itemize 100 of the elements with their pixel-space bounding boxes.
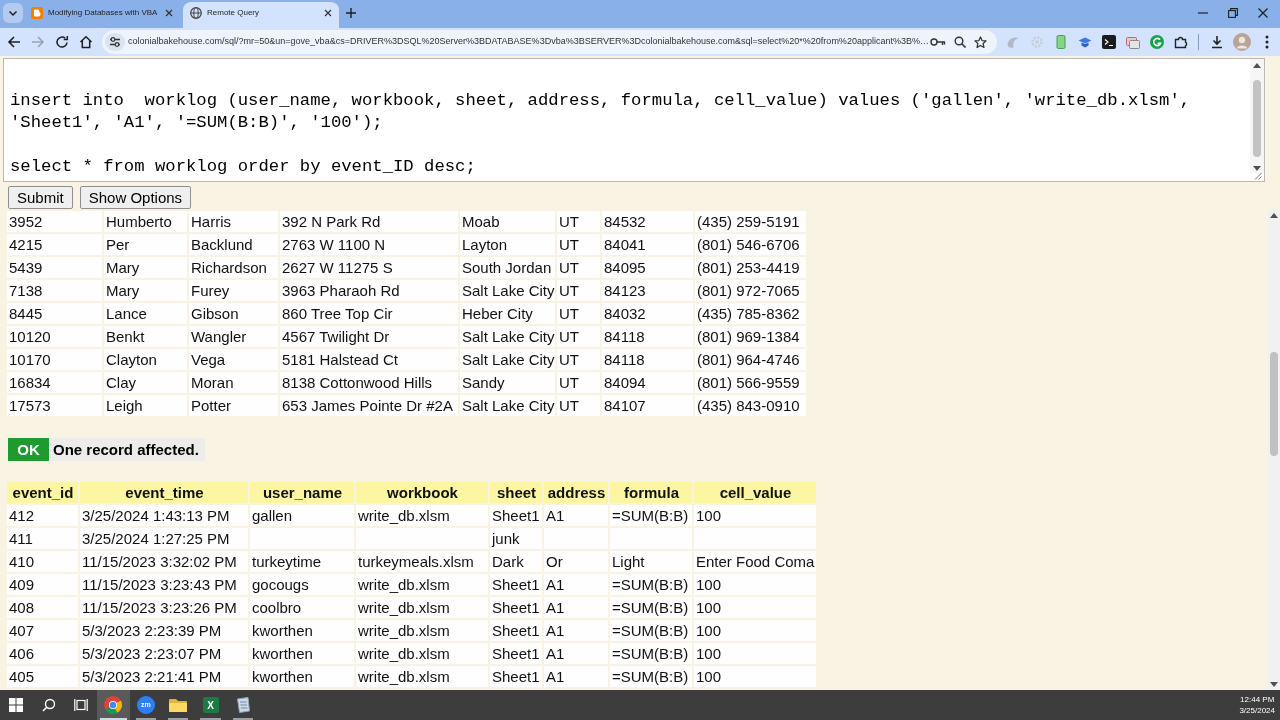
scroll-up-icon[interactable] bbox=[1270, 213, 1278, 218]
close-icon[interactable] bbox=[165, 9, 173, 17]
submit-button[interactable]: Submit bbox=[8, 186, 73, 209]
table-cell: A1 bbox=[544, 643, 608, 664]
table-cell: (801) 969-1384 bbox=[695, 326, 806, 347]
table-cell: (435) 843-0910 bbox=[695, 395, 806, 416]
scrollbar-track[interactable] bbox=[1268, 210, 1280, 690]
tile-icon[interactable] bbox=[1054, 35, 1068, 49]
scroll-down-icon[interactable] bbox=[1270, 682, 1278, 687]
menu-icon[interactable] bbox=[1265, 35, 1269, 49]
table-cell: Harris bbox=[189, 211, 278, 232]
column-header: address bbox=[544, 482, 608, 503]
scroll-up-icon[interactable] bbox=[1253, 63, 1261, 68]
table-cell: =SUM(B:B) bbox=[610, 643, 692, 664]
scroll-down-icon[interactable] bbox=[1253, 166, 1261, 171]
table-cell: 5/3/2023 2:23:39 PM bbox=[80, 620, 248, 641]
sliders-icon[interactable] bbox=[105, 33, 125, 51]
table-cell: coolbro bbox=[250, 597, 354, 618]
star-icon[interactable] bbox=[974, 35, 987, 49]
start-icon[interactable] bbox=[9, 698, 24, 712]
resize-grip-icon[interactable] bbox=[1254, 172, 1262, 180]
home-icon[interactable] bbox=[79, 35, 93, 49]
table-cell: gallen bbox=[250, 505, 354, 526]
scrollbar-track[interactable] bbox=[1250, 59, 1264, 174]
table-cell: Enter Food Coma bbox=[694, 551, 816, 572]
circle-arc-icon[interactable] bbox=[1150, 35, 1164, 49]
scrollbar-thumb[interactable] bbox=[1270, 352, 1278, 456]
table-cell: write_db.xlsm bbox=[356, 666, 488, 687]
reload-icon[interactable] bbox=[55, 35, 69, 49]
table-cell: Humberto bbox=[104, 211, 187, 232]
table-cell: Sheet1 bbox=[490, 666, 542, 687]
table-cell: Sandy bbox=[460, 372, 555, 393]
sql-query-field[interactable]: insert into worklog (user_name, workbook, sheet, address, formula, cell_value) values ('gallen', 'write_db.xlsm', 'Sheet1', 'A1', '=SUM(B:B)', '100'); select * from worklog order by event_ID desc; bbox=[3, 58, 1265, 182]
table-cell: Sheet1 bbox=[490, 597, 542, 618]
table-cell: Benkt bbox=[104, 326, 187, 347]
table-cell: UT bbox=[557, 372, 600, 393]
page-icon[interactable] bbox=[234, 697, 251, 713]
table-cell: 412 bbox=[7, 505, 78, 526]
column-header: event_time bbox=[80, 482, 248, 503]
chevron-down-icon[interactable] bbox=[3, 3, 23, 23]
table-cell: 100 bbox=[694, 505, 816, 526]
taskbar-button[interactable] bbox=[97, 690, 130, 720]
key-icon[interactable] bbox=[930, 37, 946, 47]
close-icon[interactable] bbox=[1258, 8, 1268, 18]
table-cell: UT bbox=[557, 303, 600, 324]
scrollbar-thumb[interactable] bbox=[1253, 80, 1261, 157]
table-cell: write_db.xlsm bbox=[356, 597, 488, 618]
table-cell: 5181 Halstead Ct bbox=[280, 349, 458, 370]
close-icon[interactable] bbox=[324, 9, 332, 17]
table-cell: UT bbox=[557, 349, 600, 370]
restore-icon[interactable] bbox=[1228, 8, 1238, 18]
table-cell: 11/15/2023 3:32:02 PM bbox=[80, 551, 248, 572]
table-cell: Moran bbox=[189, 372, 278, 393]
table-cell: A1 bbox=[544, 574, 608, 595]
table-cell: 100 bbox=[694, 597, 816, 618]
plus-icon[interactable] bbox=[345, 7, 357, 19]
table-cell: 4215 bbox=[7, 234, 102, 255]
table-cell: Heber City bbox=[460, 303, 555, 324]
back-arrow-icon[interactable] bbox=[7, 35, 21, 49]
browser-tab[interactable]: Remote Query bbox=[183, 2, 339, 28]
task-view-icon[interactable] bbox=[73, 698, 88, 712]
column-header: workbook bbox=[356, 482, 488, 503]
table-cell: 411 bbox=[7, 528, 78, 549]
table-cell: 84532 bbox=[602, 211, 693, 232]
magnifier-icon[interactable] bbox=[954, 36, 966, 48]
address-bar[interactable]: colonialbakehouse.com/sql/?mr=50&un=gove_vba&cs=DRIVER%3DSQL%20Server%3BDATABASE%3Dvba%3BSERVER%3Dcolonialbakehouse.com&sql=select%20*%20from%20applicant%3B%… bbox=[102, 30, 997, 54]
puzzle-icon[interactable] bbox=[1174, 35, 1188, 49]
table-cell: Mary bbox=[104, 280, 187, 301]
table-cell: 84032 bbox=[602, 303, 693, 324]
options-button[interactable]: Show Options bbox=[79, 186, 192, 209]
browser-tab[interactable]: Modifying Databases with VBA bbox=[24, 2, 180, 28]
table-cell: Lance bbox=[104, 303, 187, 324]
cards-icon[interactable] bbox=[1126, 35, 1140, 49]
column-header: sheet bbox=[490, 482, 542, 503]
folder-icon[interactable] bbox=[169, 698, 188, 712]
table-cell: Sheet1 bbox=[490, 643, 542, 664]
graduation-cap-icon[interactable] bbox=[1078, 35, 1092, 49]
spreadsheet-app-logo[interactable]: X bbox=[202, 697, 219, 713]
browser-icon[interactable] bbox=[104, 696, 123, 714]
table-cell: A1 bbox=[544, 666, 608, 687]
table-cell: 4567 Twilight Dr bbox=[280, 326, 458, 347]
terminal-icon[interactable] bbox=[1102, 35, 1116, 49]
table-cell: 2627 W 11275 S bbox=[280, 257, 458, 278]
table-cell: 407 bbox=[7, 620, 78, 641]
table-cell: 405 bbox=[7, 666, 78, 687]
table-cell: 17573 bbox=[7, 395, 102, 416]
table-cell: kworthen bbox=[250, 643, 354, 664]
table-cell: Moab bbox=[460, 211, 555, 232]
search-icon[interactable] bbox=[41, 698, 56, 712]
clock-date: 3/25/2024 bbox=[1239, 705, 1275, 716]
table-cell: UT bbox=[557, 234, 600, 255]
table-cell: Backlund bbox=[189, 234, 278, 255]
status-badge: OK bbox=[8, 438, 49, 461]
table-cell: 409 bbox=[7, 574, 78, 595]
table-cell: Clay bbox=[104, 372, 187, 393]
table-cell: Sheet1 bbox=[490, 574, 542, 595]
table-cell: 8445 bbox=[7, 303, 102, 324]
download-icon[interactable] bbox=[1210, 35, 1224, 49]
table-cell: 406 bbox=[7, 643, 78, 664]
table-cell: Or bbox=[544, 551, 608, 572]
